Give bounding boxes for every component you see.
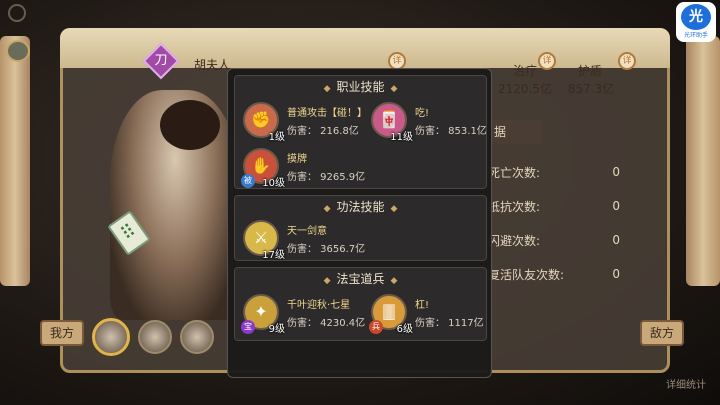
stat-row: 死亡次数: 0 — [480, 155, 630, 189]
character-class-glyph: 刀 — [154, 53, 168, 68]
stat-shield-label: 护盾 — [577, 64, 602, 78]
stat-row: 抵抗次数: 0 — [480, 189, 630, 223]
stat-row: 复活队友次数: 0 — [480, 257, 630, 291]
enemy-team-button[interactable]: 敌方 — [640, 320, 684, 346]
skill-entry[interactable]: 🀫 兵 6级 杠! 伤害： 1117亿 — [367, 290, 497, 336]
passive-badge: 被 — [241, 174, 255, 188]
skill-entry[interactable]: ✊ 1级 普通攻击【碰！】 伤害： 216.8亿 — [239, 98, 369, 144]
top-logo — [8, 4, 30, 22]
skill-name: 吃! — [415, 108, 430, 119]
panel-title: ◆ 职业技能 ◆ — [235, 76, 486, 98]
ally-avatar-row — [92, 318, 214, 356]
panel-title: ◆ 功法技能 ◆ — [235, 196, 486, 218]
logo-ring-icon — [8, 4, 26, 22]
treasure-badge: 宝 — [241, 320, 255, 334]
extra-stats-list: 死亡次数: 0 抵抗次数: 0 闪避次数: 0 复活队友次数: 0 — [480, 155, 630, 291]
skill-name: 杠! — [415, 300, 430, 311]
stat-row-value: 0 — [612, 199, 620, 213]
skill-damage: 伤害： 4230.4亿 — [287, 318, 366, 329]
skill-damage: 伤害： 3656.7亿 — [287, 244, 366, 255]
skill-entry[interactable]: ⚔ 17级 天一剑意 伤害： 3656.7亿 — [239, 216, 369, 262]
stat-row-label: 闪避次数: — [488, 233, 541, 248]
skill-damage-popup: ◆ 职业技能 ◆ ✊ 1级 普通攻击【碰！】 伤害： 216.8亿 🀄 11级 吃!… — [227, 68, 492, 378]
panel-title-text: 职业技能 — [336, 80, 385, 94]
detail-stats-link[interactable]: 详细统计 — [666, 376, 706, 391]
skill-entry[interactable]: ✋ 被 10级 摸牌 伤害： 9265.9亿 — [239, 144, 369, 190]
ornament-icon: ◆ — [390, 204, 398, 214]
brand-badge[interactable]: 光 光环助手 — [676, 2, 716, 42]
ally-avatar[interactable] — [138, 320, 172, 354]
skill-level: 17级 — [262, 250, 285, 261]
soldier-badge: 兵 — [369, 320, 383, 334]
skill-level: 10级 — [262, 178, 285, 189]
stat-shield-value: 857.3亿 — [567, 82, 615, 96]
character-name: 胡夫人 — [194, 58, 231, 72]
skill-name: 普通攻击【碰！】 — [287, 108, 367, 119]
right-scroll-decoration — [686, 36, 720, 286]
skill-name: 摸牌 — [287, 154, 307, 165]
skill-name: 天一剑意 — [287, 226, 327, 237]
skill-level: 9级 — [268, 324, 285, 335]
ally-avatar[interactable] — [92, 318, 130, 356]
ornament-icon: ◆ — [390, 276, 398, 286]
skill-entry[interactable]: 🀄 11级 吃! 伤害： 853.1亿 — [367, 98, 497, 144]
artifact-skills-panel: ◆ 法宝道兵 ◆ ✦ 宝 9级 千叶迎秋·七星 伤害： 4230.4亿 🀫 兵 6级… — [234, 267, 487, 341]
lantern-icon[interactable] — [6, 40, 30, 62]
character-portrait-hair — [160, 100, 220, 150]
skill-damage: 伤害： 1117亿 — [415, 318, 484, 329]
technique-skills-panel: ◆ 功法技能 ◆ ⚔ 17级 天一剑意 伤害： 3656.7亿 — [234, 195, 487, 261]
skill-damage: 伤害： 853.1亿 — [415, 126, 487, 137]
skill-level: 6级 — [396, 324, 413, 335]
skill-level: 1级 — [268, 132, 285, 143]
skill-damage: 伤害： 9265.9亿 — [287, 172, 366, 183]
stat-row-value: 0 — [612, 165, 620, 179]
class-skills-panel: ◆ 职业技能 ◆ ✊ 1级 普通攻击【碰！】 伤害： 216.8亿 🀄 11级 吃!… — [234, 75, 487, 189]
brand-badge-text: 光环助手 — [683, 32, 708, 39]
game-background: 光 光环助手 ⠿ 刀 胡夫人 详 详 详 治疗 2120.5亿 护盾 857.3… — [0, 0, 720, 405]
skill-damage: 伤害： 216.8亿 — [287, 126, 359, 137]
skill-name: 千叶迎秋·七星 — [287, 300, 351, 311]
stat-row-value: 0 — [612, 233, 620, 247]
stat-row-label: 死亡次数: — [488, 165, 541, 180]
ornament-icon: ◆ — [323, 204, 331, 214]
skill-entry[interactable]: ✦ 宝 9级 千叶迎秋·七星 伤害： 4230.4亿 — [239, 290, 369, 336]
ornament-icon: ◆ — [323, 84, 331, 94]
stat-row-label: 抵抗次数: — [488, 199, 541, 214]
ally-team-button[interactable]: 我方 — [40, 320, 84, 346]
stat-heal-label: 治疗 — [512, 64, 537, 78]
panel-title: ◆ 法宝道兵 ◆ — [235, 268, 486, 290]
stat-heal-value: 2120.5亿 — [498, 82, 552, 96]
ornament-icon: ◆ — [390, 84, 398, 94]
brand-logo-icon: 光 — [681, 4, 711, 30]
panel-title-text: 功法技能 — [336, 200, 385, 214]
skill-level: 11级 — [390, 132, 413, 143]
panel-title-text: 法宝道兵 — [336, 272, 385, 286]
stat-detail-icon[interactable]: 详 — [618, 52, 636, 70]
stat-row-value: 0 — [612, 267, 620, 281]
stat-row: 闪避次数: 0 — [480, 223, 630, 257]
ornament-icon: ◆ — [323, 276, 331, 286]
stat-row-label: 复活队友次数: — [488, 267, 565, 282]
left-scroll-decoration — [0, 36, 30, 286]
ally-avatar[interactable] — [180, 320, 214, 354]
